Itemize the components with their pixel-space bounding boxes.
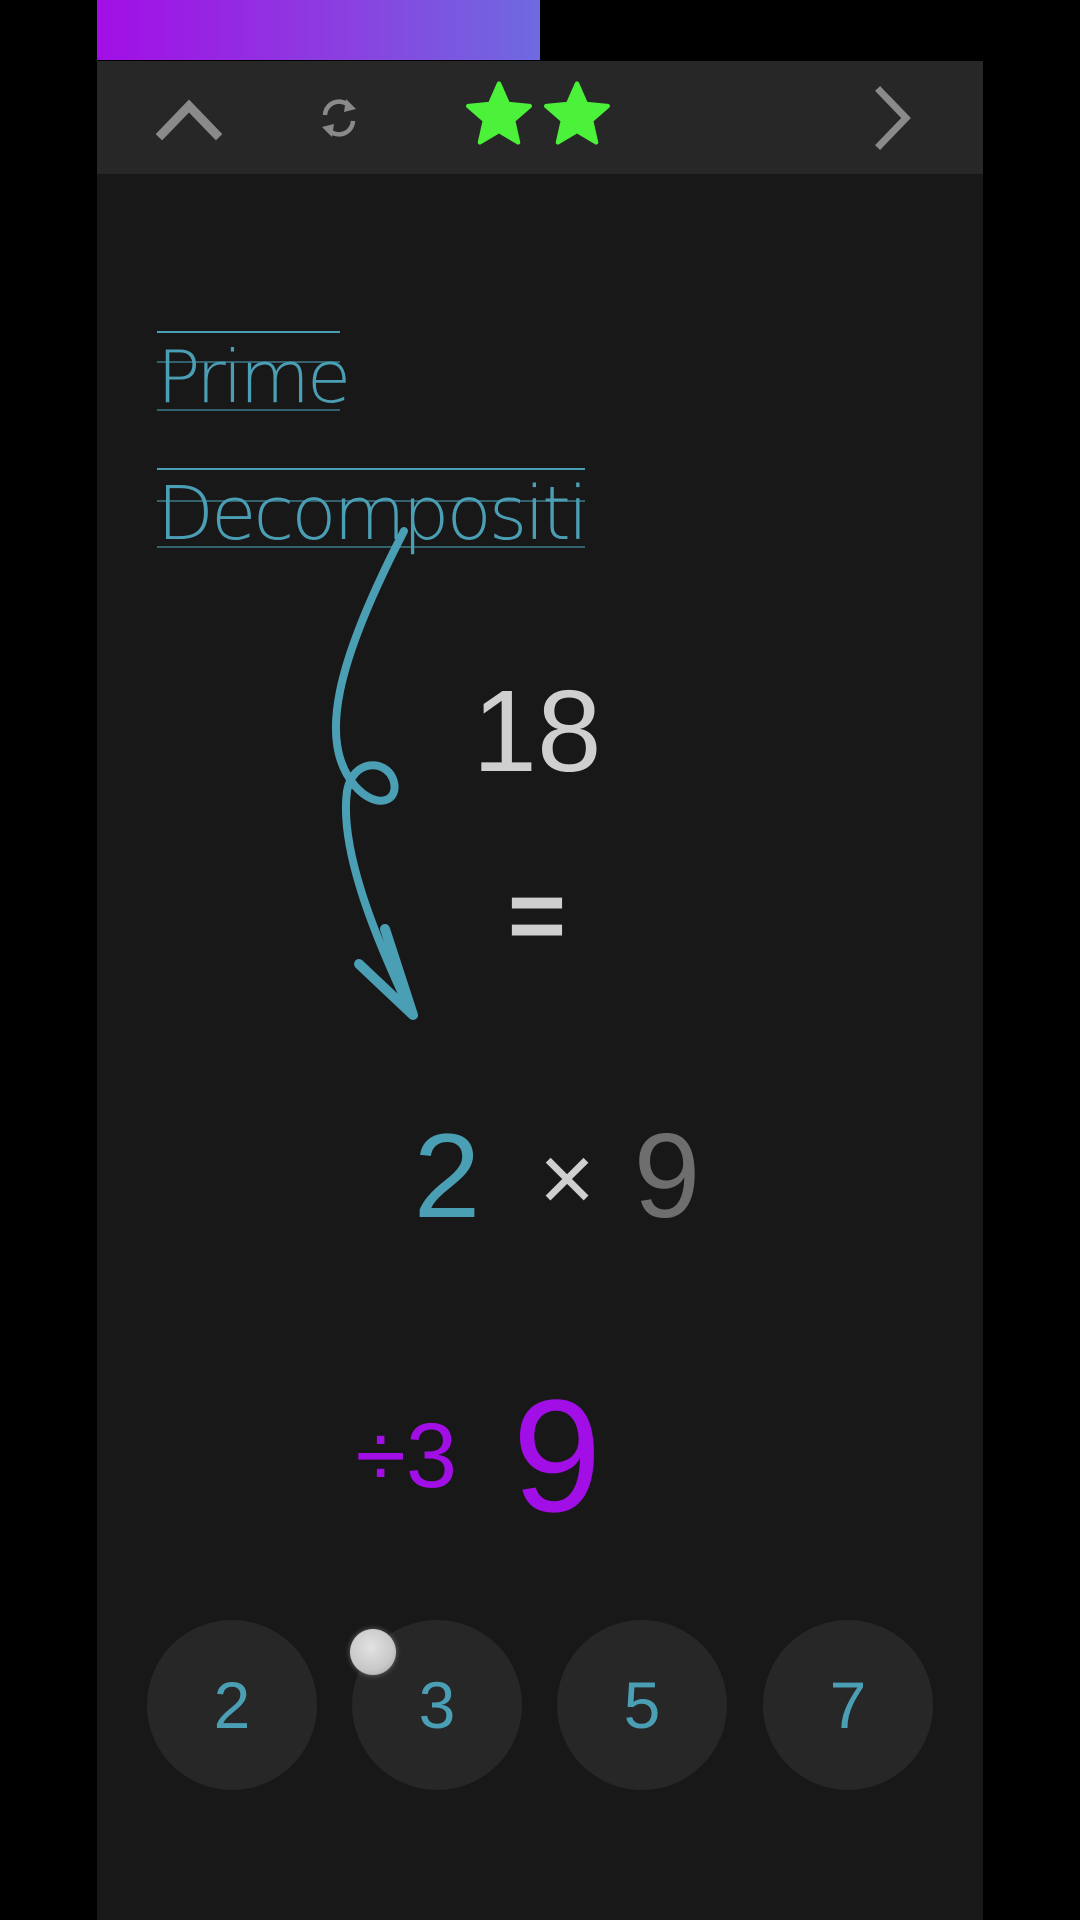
title-line-1: Prime [157, 335, 349, 419]
touch-indicator [350, 1629, 396, 1675]
star-icon [462, 78, 536, 158]
equals-sign: = [507, 860, 567, 972]
collapse-button[interactable] [144, 73, 234, 163]
screen: Prime Decompositi 18 = 2 × 9 ÷3 9 2 3 5 … [0, 0, 1080, 1920]
refresh-icon [322, 99, 356, 137]
level-progress-bar [97, 0, 540, 60]
app-container: Prime Decompositi 18 = 2 × 9 ÷3 9 2 3 5 … [97, 61, 983, 1920]
multiply-sign: × [538, 1125, 596, 1232]
prime-button-2[interactable]: 2 [147, 1620, 317, 1790]
next-button[interactable] [847, 73, 937, 163]
factor-found: 2 [413, 1109, 481, 1243]
star-icon [540, 78, 614, 158]
star-rating [462, 78, 614, 158]
factor-remaining: 9 [633, 1109, 701, 1243]
chevron-right-icon [875, 86, 911, 150]
target-number: 18 [472, 666, 602, 796]
divide-hint: ÷3 [355, 1405, 457, 1507]
toolbar [97, 61, 983, 174]
prime-button-7[interactable]: 7 [763, 1620, 933, 1790]
prime-button-5[interactable]: 5 [557, 1620, 727, 1790]
refresh-button[interactable] [294, 73, 384, 163]
chevron-up-icon [156, 99, 222, 140]
current-value: 9 [512, 1366, 602, 1545]
